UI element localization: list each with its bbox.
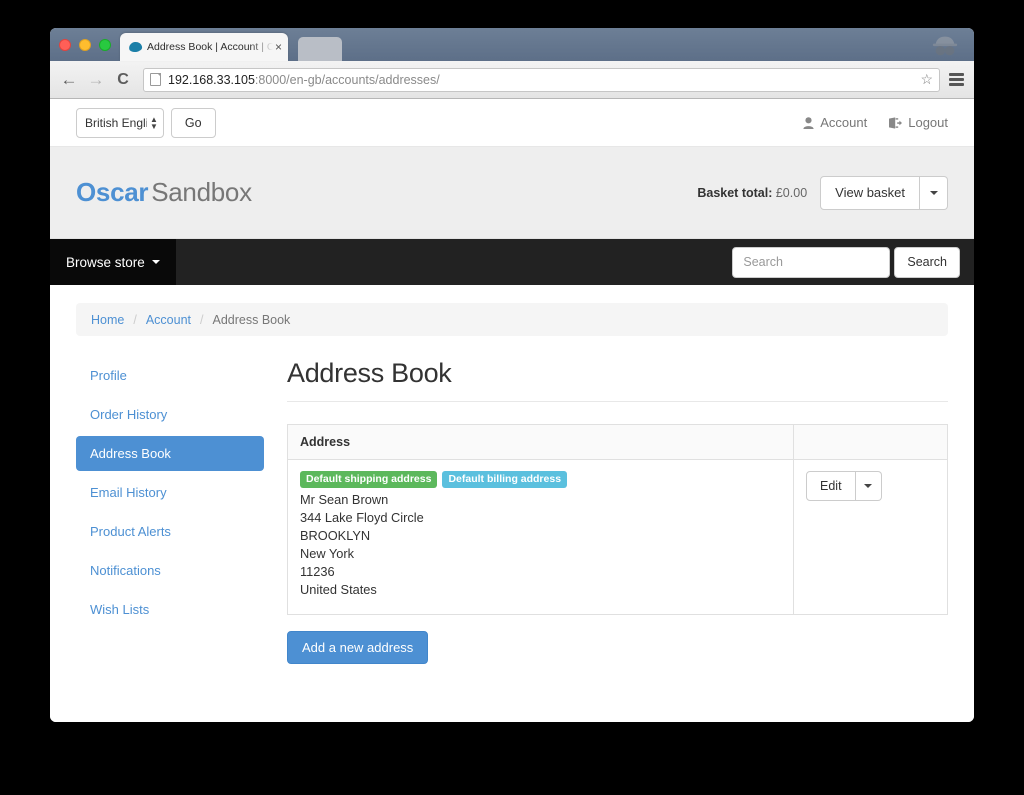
address-line-street: 344 Lake Floyd Circle <box>300 509 424 525</box>
sidebar-item-profile[interactable]: Profile <box>76 358 264 393</box>
basket-area: Basket total: £0.00 View basket <box>697 175 948 210</box>
logout-link[interactable]: Logout <box>889 115 948 130</box>
browse-store-menu[interactable]: Browse store <box>50 239 176 285</box>
minimize-window-button[interactable] <box>79 39 91 51</box>
search-button[interactable]: Search <box>894 246 960 278</box>
logout-icon <box>889 116 903 129</box>
page-viewport: British English ▲▼ Go Account <box>50 99 974 722</box>
bookmark-star-icon[interactable]: ☆ <box>920 71 933 88</box>
actions-cell: Edit <box>794 460 948 615</box>
sidebar-item-wish-lists[interactable]: Wish Lists <box>76 592 264 627</box>
account-sidebar: Profile Order History Address Book Email… <box>76 358 274 664</box>
window-controls <box>59 39 111 51</box>
sidebar-item-address-book[interactable]: Address Book <box>76 436 264 471</box>
page-info-icon <box>150 73 161 86</box>
site-header: Oscar Sandbox Basket total: £0.00 View ba… <box>50 147 974 239</box>
browser-window: Address Book | Account | O × ← → C 192.1… <box>50 28 974 722</box>
status-badge-default-shipping: Default shipping address <box>300 471 438 488</box>
view-basket-button[interactable]: View basket <box>820 175 920 210</box>
browse-store-label: Browse store <box>66 254 145 270</box>
utility-bar-links: Account Logout <box>803 115 948 130</box>
basket-total-value: £0.00 <box>775 185 808 200</box>
breadcrumb-home[interactable]: Home <box>91 313 124 327</box>
account-link-label: Account <box>820 115 868 130</box>
sidebar-item-product-alerts[interactable]: Product Alerts <box>76 514 264 549</box>
tab-title: Address Book | Account | O <box>147 41 273 53</box>
address-bar[interactable]: 192.168.33.105:8000/en-gb/accounts/addre… <box>143 67 940 92</box>
brand-suffix: Sandbox <box>151 177 252 207</box>
address-table: Address Default shipping address Default… <box>287 424 948 615</box>
view-basket-group: View basket <box>820 175 948 210</box>
breadcrumb-account[interactable]: Account <box>146 313 191 327</box>
page-columns: Profile Order History Address Book Email… <box>76 358 948 664</box>
main-panel: Address Book Address Default shipping ad… <box>274 358 948 664</box>
language-go-button[interactable]: Go <box>170 107 216 138</box>
language-select-value: British English <box>85 115 147 130</box>
sidebar-item-order-history[interactable]: Order History <box>76 397 264 432</box>
search-input[interactable]: Search <box>732 246 891 278</box>
browser-toolbar: ← → C 192.168.33.105:8000/en-gb/accounts… <box>50 61 974 99</box>
url-host: 192.168.33.105 <box>168 72 255 87</box>
address-badges: Default shipping address Default billing… <box>300 471 781 488</box>
address-line-postcode: 11236 <box>300 563 335 579</box>
sidebar-item-notifications[interactable]: Notifications <box>76 553 264 588</box>
new-tab-button[interactable] <box>298 37 342 61</box>
language-select[interactable]: British English ▲▼ <box>76 107 164 138</box>
add-new-address-button[interactable]: Add a new address <box>287 631 429 664</box>
page-title: Address Book <box>287 358 948 402</box>
basket-total-label: Basket total: <box>697 185 773 200</box>
reload-button[interactable]: C <box>114 71 132 88</box>
main-navbar: Browse store Search Search <box>50 239 974 285</box>
status-badge-default-billing: Default billing address <box>442 471 568 488</box>
chevron-down-icon <box>929 190 938 195</box>
site-logo[interactable]: Oscar Sandbox <box>76 177 252 208</box>
brand-name: Oscar <box>76 177 149 207</box>
table-row: Default shipping address Default billing… <box>287 459 948 615</box>
close-window-button[interactable] <box>59 39 71 51</box>
select-arrows-icon: ▲ ▼ <box>150 114 158 131</box>
browser-tab[interactable]: Address Book | Account | O × <box>120 33 288 61</box>
browser-menu-button[interactable] <box>949 71 964 89</box>
breadcrumb-current: Address Book <box>212 312 291 327</box>
address-cell: Default shipping address Default billing… <box>287 459 794 615</box>
browser-tab-bar: Address Book | Account | O × <box>50 28 974 61</box>
column-header-address: Address <box>287 424 794 460</box>
address-line-city: BROOKLYN <box>300 527 371 543</box>
account-link[interactable]: Account <box>803 115 867 130</box>
close-tab-icon[interactable]: × <box>275 41 282 53</box>
edit-dropdown-toggle[interactable] <box>855 471 882 501</box>
url-text: 192.168.33.105:8000/en-gb/accounts/addre… <box>168 73 440 87</box>
logout-link-label: Logout <box>908 115 948 130</box>
view-basket-dropdown-toggle[interactable] <box>920 175 948 210</box>
breadcrumb-separator: / <box>200 312 204 327</box>
search-form: Search Search <box>732 246 960 278</box>
tab-favicon-icon <box>128 41 143 53</box>
chevron-down-icon <box>864 484 873 488</box>
maximize-window-button[interactable] <box>99 39 111 51</box>
chevron-down-icon <box>151 260 160 264</box>
sidebar-item-email-history[interactable]: Email History <box>76 475 264 510</box>
utility-bar: British English ▲▼ Go Account <box>50 99 974 147</box>
breadcrumb-separator: / <box>133 312 137 327</box>
basket-total: Basket total: £0.00 <box>697 186 807 200</box>
back-button[interactable]: ← <box>60 71 78 88</box>
table-header-row: Address <box>287 424 948 460</box>
forward-button[interactable]: → <box>87 71 105 88</box>
address-line-name: Mr Sean Brown <box>300 491 389 507</box>
address-line-country: United States <box>300 581 377 597</box>
url-path: :8000/en-gb/accounts/addresses/ <box>254 72 440 87</box>
address-line-state: New York <box>300 545 355 561</box>
edit-button-group: Edit <box>806 471 935 501</box>
incognito-icon <box>932 36 958 56</box>
page-content: Home / Account / Address Book Profile Or… <box>50 285 974 664</box>
column-header-actions <box>793 424 948 460</box>
breadcrumb: Home / Account / Address Book <box>76 303 948 336</box>
user-icon <box>803 116 814 129</box>
edit-address-button[interactable]: Edit <box>806 471 856 501</box>
